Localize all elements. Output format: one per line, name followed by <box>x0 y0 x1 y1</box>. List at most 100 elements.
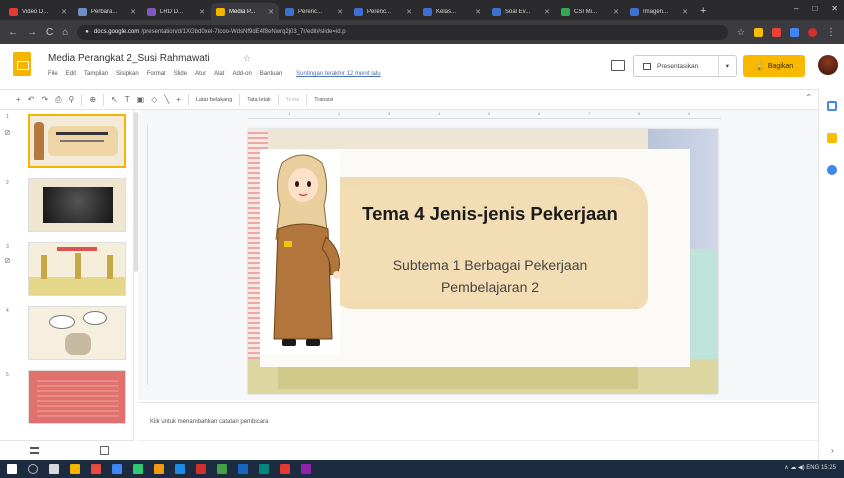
menu-arrange[interactable]: Atur <box>195 71 206 77</box>
calendar-icon[interactable] <box>827 101 837 111</box>
bookmark-star-icon[interactable]: ☆ <box>737 27 745 38</box>
taskbar-app-icon[interactable] <box>91 464 101 474</box>
slides-logo-icon[interactable] <box>13 52 31 76</box>
zoom-icon[interactable]: ⊕ <box>89 95 96 104</box>
add-comment-icon[interactable]: + <box>176 95 181 104</box>
tab-close-icon[interactable]: ✕ <box>475 8 481 16</box>
slide-thumbnail-2[interactable] <box>28 178 126 232</box>
browser-tab-active[interactable]: Media P... ✕ <box>211 3 279 20</box>
taskbar-app-icon[interactable] <box>112 464 122 474</box>
collapse-toolbar-icon[interactable]: ⌃ <box>805 93 812 102</box>
taskbar-app-icon[interactable] <box>196 464 206 474</box>
tab-close-icon[interactable]: ✕ <box>268 8 274 16</box>
last-edit-link[interactable]: Suntingan terakhir 12 menit lalu <box>296 71 380 77</box>
current-slide[interactable]: Tema 4 Jenis-jenis Pekerjaan Subtema 1 B… <box>248 129 718 394</box>
home-icon[interactable]: ⌂ <box>62 27 68 38</box>
system-tray[interactable]: ∧ ☁ ◀) ENG 15:25 <box>784 464 836 471</box>
slide-subtitle[interactable]: Pembelajaran 2 <box>340 279 640 295</box>
document-title[interactable]: Media Perangkat 2_Susi Rahmawati <box>48 53 210 64</box>
back-icon[interactable]: ← <box>8 27 18 38</box>
browser-tab[interactable]: Soal Ev... ✕ <box>487 3 555 20</box>
extension-icon[interactable] <box>754 27 763 37</box>
browser-tab[interactable]: Perenc... ✕ <box>349 3 417 20</box>
menu-addons[interactable]: Add-on <box>232 71 251 77</box>
browser-tab[interactable]: Perbara... ✕ <box>73 3 141 20</box>
line-icon[interactable]: ╲ <box>164 95 169 104</box>
maximize-button[interactable]: □ <box>812 4 817 13</box>
transition-button[interactable]: Transisi <box>314 97 333 103</box>
menu-format[interactable]: Format <box>147 71 166 77</box>
menu-file[interactable]: File <box>48 71 58 77</box>
slide-title[interactable]: Tema 4 Jenis-jenis Pekerjaan <box>340 203 640 225</box>
browser-tab[interactable]: Imagen... ✕ <box>625 3 693 20</box>
slide-thumbnail-3[interactable] <box>28 242 126 296</box>
menu-view[interactable]: Tampilan <box>84 71 108 77</box>
redo-icon[interactable]: ↷ <box>41 95 48 104</box>
extension-icon[interactable] <box>790 27 799 37</box>
taskbar-app-icon[interactable] <box>301 464 311 474</box>
grid-view-icon[interactable] <box>100 446 109 455</box>
print-icon[interactable]: ⎙ <box>55 95 61 105</box>
tab-close-icon[interactable]: ✕ <box>130 8 136 16</box>
reload-icon[interactable]: C <box>46 27 53 38</box>
slide-thumbnail-4[interactable] <box>28 306 126 360</box>
browser-tab[interactable]: Kelas... ✕ <box>418 3 486 20</box>
keep-icon[interactable] <box>827 133 837 143</box>
browser-tab[interactable]: CSI Mi... ✕ <box>556 3 624 20</box>
side-panel-toggle-icon[interactable]: › <box>831 446 834 455</box>
tab-close-icon[interactable]: ✕ <box>61 8 67 16</box>
new-tab-button[interactable]: + <box>694 5 712 20</box>
slide-thumbnail-5[interactable] <box>28 370 126 424</box>
browser-tab[interactable]: Perenc... ✕ <box>280 3 348 20</box>
menu-help[interactable]: Bantuan <box>260 71 282 77</box>
start-icon[interactable] <box>7 464 17 474</box>
minimize-button[interactable]: – <box>794 4 798 13</box>
tab-close-icon[interactable]: ✕ <box>682 8 688 16</box>
textbox-icon[interactable]: T <box>125 95 130 104</box>
tab-close-icon[interactable]: ✕ <box>406 8 412 16</box>
browser-tab[interactable]: Video D... ✕ <box>4 3 72 20</box>
menu-insert[interactable]: Sisipkan <box>116 71 139 77</box>
taskbar-app-icon[interactable] <box>217 464 227 474</box>
browser-tab[interactable]: LRD D... ✕ <box>142 3 210 20</box>
taskbar-app-icon[interactable] <box>133 464 143 474</box>
taskbar-app-icon[interactable] <box>238 464 248 474</box>
extension-icon[interactable] <box>772 27 781 37</box>
url-input[interactable]: ● docs.google.com /presentation/d/1XGbd0… <box>77 24 728 40</box>
tab-close-icon[interactable]: ✕ <box>613 8 619 16</box>
layout-button[interactable]: Tata letak <box>247 97 271 103</box>
new-slide-icon[interactable]: + <box>16 95 21 104</box>
taskbar-app-icon[interactable] <box>70 464 80 474</box>
menu-edit[interactable]: Edit <box>66 71 76 77</box>
tab-close-icon[interactable]: ✕ <box>544 8 550 16</box>
select-icon[interactable]: ↖ <box>111 95 118 104</box>
tab-close-icon[interactable]: ✕ <box>337 8 343 16</box>
forward-icon[interactable]: → <box>27 27 37 38</box>
paint-format-icon[interactable]: ⚲ <box>68 95 74 104</box>
taskbar-app-icon[interactable] <box>154 464 164 474</box>
close-window-button[interactable]: ✕ <box>831 4 838 13</box>
background-button[interactable]: Latar belakang <box>196 97 232 103</box>
present-button[interactable]: Presentasikan ▾ <box>633 55 737 77</box>
speaker-notes[interactable]: Klik untuk menambahkan catatan pembicara <box>138 402 818 440</box>
task-view-icon[interactable] <box>49 464 59 474</box>
menu-tools[interactable]: Alat <box>214 71 224 77</box>
comments-icon[interactable] <box>611 60 625 71</box>
taskbar-app-icon[interactable] <box>259 464 269 474</box>
taskbar-app-icon[interactable] <box>175 464 185 474</box>
taskbar-app-icon[interactable] <box>280 464 290 474</box>
present-dropdown-caret[interactable]: ▾ <box>717 56 736 76</box>
avatar[interactable] <box>818 55 838 75</box>
shape-icon[interactable]: ◇ <box>151 95 157 104</box>
filmstrip-view-icon[interactable] <box>30 447 39 454</box>
star-icon[interactable]: ☆ <box>243 53 251 64</box>
tab-close-icon[interactable]: ✕ <box>199 8 205 16</box>
teacher-illustration[interactable] <box>258 149 348 355</box>
profile-icon[interactable] <box>808 27 817 37</box>
search-icon[interactable] <box>28 464 38 474</box>
share-button[interactable]: 🔒 Bagikan <box>743 55 805 77</box>
slide-thumbnail-1[interactable] <box>28 114 126 168</box>
tasks-icon[interactable] <box>827 165 837 175</box>
menu-slide[interactable]: Slide <box>174 71 187 77</box>
theme-button[interactable]: Tema <box>286 97 299 103</box>
